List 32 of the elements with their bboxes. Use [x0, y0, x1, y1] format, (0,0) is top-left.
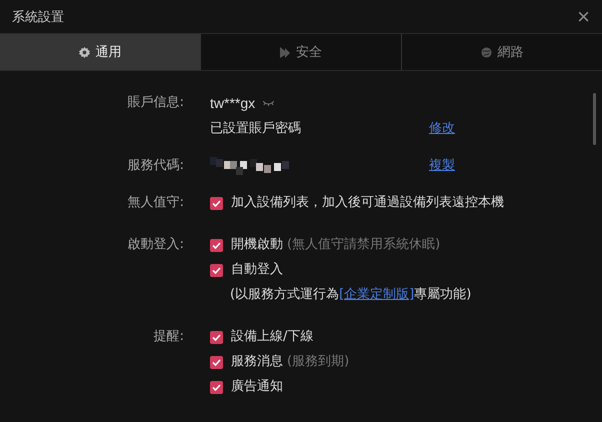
checkbox[interactable] — [210, 238, 223, 252]
option-label: 服務消息 — [231, 353, 283, 371]
checkbox[interactable] — [210, 264, 223, 276]
password-status: 已設置賬戶密碼 — [210, 120, 301, 138]
checkbox[interactable] — [210, 380, 223, 394]
option-label: 廣告通知 — [231, 378, 283, 396]
field-label: 啟動登入: — [126, 236, 184, 254]
option-note: (以服務方式運行為[企業定制版]專屬功能) — [229, 286, 472, 304]
option-hint: (無人值守請禁用系統休眠) — [287, 236, 440, 254]
option-label: 開機啟動 — [231, 236, 283, 254]
field-label: 提醒: — [152, 328, 184, 346]
field-label: 服務代碼: — [126, 157, 184, 175]
checkbox[interactable] — [210, 196, 223, 210]
option-label: 加入設備列表，加入後可通過設備列表遠控本機 — [231, 194, 504, 212]
flag-icon — [280, 46, 290, 58]
field-label: 無人值守: — [126, 194, 184, 212]
window-title: 系統設置 — [12, 8, 64, 26]
edition-link[interactable]: [企業定制版] — [339, 287, 414, 302]
field-label: 賬戶信息: — [126, 94, 184, 112]
option-label: 自動登入 — [231, 261, 283, 279]
option-hint: (服務到期) — [287, 353, 350, 371]
closed-eye-icon[interactable] — [263, 100, 274, 106]
username-text: tw***gx — [210, 94, 256, 113]
change-link[interactable]: 修改 — [429, 119, 455, 139]
checkbox[interactable] — [210, 356, 223, 368]
copy-link[interactable]: 複製 — [429, 156, 455, 176]
checkbox[interactable] — [210, 330, 223, 344]
close-button[interactable]: × — [577, 6, 590, 28]
tab[interactable]: 通用 — [0, 34, 201, 70]
globe-icon — [480, 46, 492, 58]
gear-icon — [78, 46, 90, 58]
option-label: 設備上線/下線 — [231, 328, 314, 346]
